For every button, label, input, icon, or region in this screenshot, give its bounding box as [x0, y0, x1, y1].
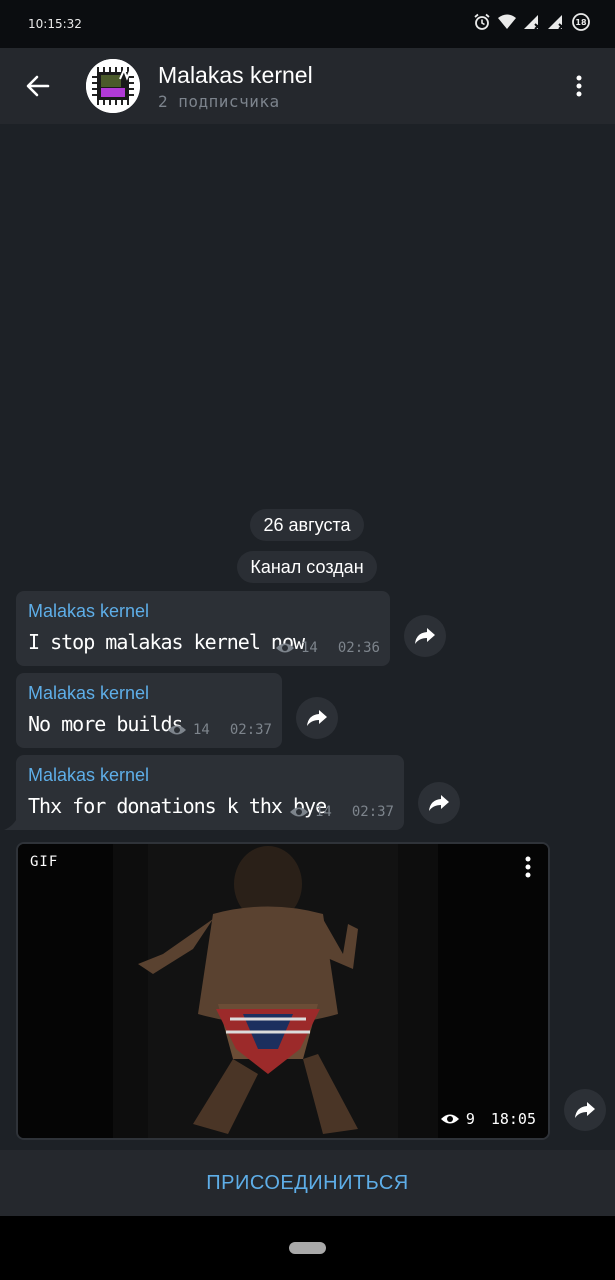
share-button[interactable]	[564, 1089, 606, 1131]
message-views: 14	[192, 722, 210, 738]
overflow-menu-button[interactable]	[561, 68, 597, 104]
gif-meta: 9 18:05	[440, 1110, 536, 1128]
share-arrow-icon	[415, 628, 435, 644]
share-arrow-icon	[575, 1102, 595, 1118]
message-text: Thx for donations k thx bye	[28, 794, 327, 818]
views-eye-icon	[440, 1114, 459, 1124]
views-eye-icon	[167, 725, 186, 735]
subscriber-count: 2 подписчика	[158, 92, 280, 111]
gif-message[interactable]: GIF 9 18:05	[16, 842, 550, 1140]
message-bubble[interactable]: Malakas kernel No more builds 14 02:37	[16, 673, 282, 748]
share-button[interactable]	[296, 697, 338, 739]
join-bar: ПРИСОЕДИНИТЬСЯ	[0, 1150, 615, 1216]
message-meta: 14 02:37	[167, 722, 272, 738]
gif-badge: GIF	[30, 854, 59, 870]
navigation-bar	[0, 1216, 615, 1280]
share-button[interactable]	[418, 782, 460, 824]
status-icons: 18	[473, 12, 591, 32]
home-gesture-pill[interactable]	[289, 1242, 326, 1254]
share-arrow-icon	[307, 710, 327, 726]
chip-logo-icon	[86, 59, 140, 113]
views-eye-icon	[289, 807, 308, 817]
status-bar: 10:15:32 18	[0, 0, 615, 48]
gif-time: 18:05	[490, 1110, 536, 1128]
gif-menu-button[interactable]	[516, 852, 540, 882]
app-bar: Malakas kernel 2 подписчика	[0, 48, 615, 124]
channel-avatar[interactable]	[86, 59, 140, 113]
service-message: Канал создан	[237, 551, 377, 583]
message-text: No more builds	[28, 712, 184, 736]
share-arrow-icon	[429, 795, 449, 811]
chat-area[interactable]: 26 августа Канал создан Malakas kernel I…	[0, 124, 615, 1150]
message-time: 02:37	[351, 804, 394, 820]
date-chip: 26 августа	[250, 509, 364, 541]
gif-views: 9	[465, 1110, 475, 1128]
message-meta: 14 02:36	[275, 640, 380, 656]
join-button[interactable]: ПРИСОЕДИНИТЬСЯ	[206, 1172, 409, 1195]
message-bubble[interactable]: Malakas kernel I stop malakas kernel now…	[16, 591, 390, 666]
signal-icon-2	[548, 15, 565, 30]
share-button[interactable]	[404, 615, 446, 657]
message-text: I stop malakas kernel now	[28, 630, 305, 654]
message-sender[interactable]: Malakas kernel	[28, 601, 149, 622]
message-time: 02:37	[229, 722, 272, 738]
message-meta: 14 02:37	[289, 804, 394, 820]
signal-icon	[524, 15, 541, 30]
arrow-left-icon	[26, 75, 50, 97]
views-eye-icon	[275, 643, 294, 653]
alarm-icon	[474, 13, 490, 30]
message-views: 14	[300, 640, 318, 656]
wifi-icon	[498, 14, 516, 29]
date-chip-label: 26 августа	[263, 514, 351, 535]
more-vertical-icon	[576, 75, 582, 97]
message-bubble[interactable]: Malakas kernel Thx for donations k thx b…	[16, 755, 404, 830]
status-time: 10:15:32	[28, 17, 82, 31]
message-sender[interactable]: Malakas kernel	[28, 683, 149, 704]
message-time: 02:36	[337, 640, 380, 656]
gif-preview	[18, 844, 548, 1138]
more-vertical-icon	[525, 856, 531, 878]
message-views: 14	[314, 804, 332, 820]
battery-level: 18	[575, 18, 587, 27]
back-button[interactable]	[14, 62, 62, 110]
message-sender[interactable]: Malakas kernel	[28, 765, 149, 786]
battery-icon: 18	[572, 13, 590, 31]
service-message-label: Канал создан	[250, 556, 364, 577]
bubble-tail	[4, 816, 18, 830]
channel-title[interactable]: Malakas kernel	[158, 62, 313, 89]
